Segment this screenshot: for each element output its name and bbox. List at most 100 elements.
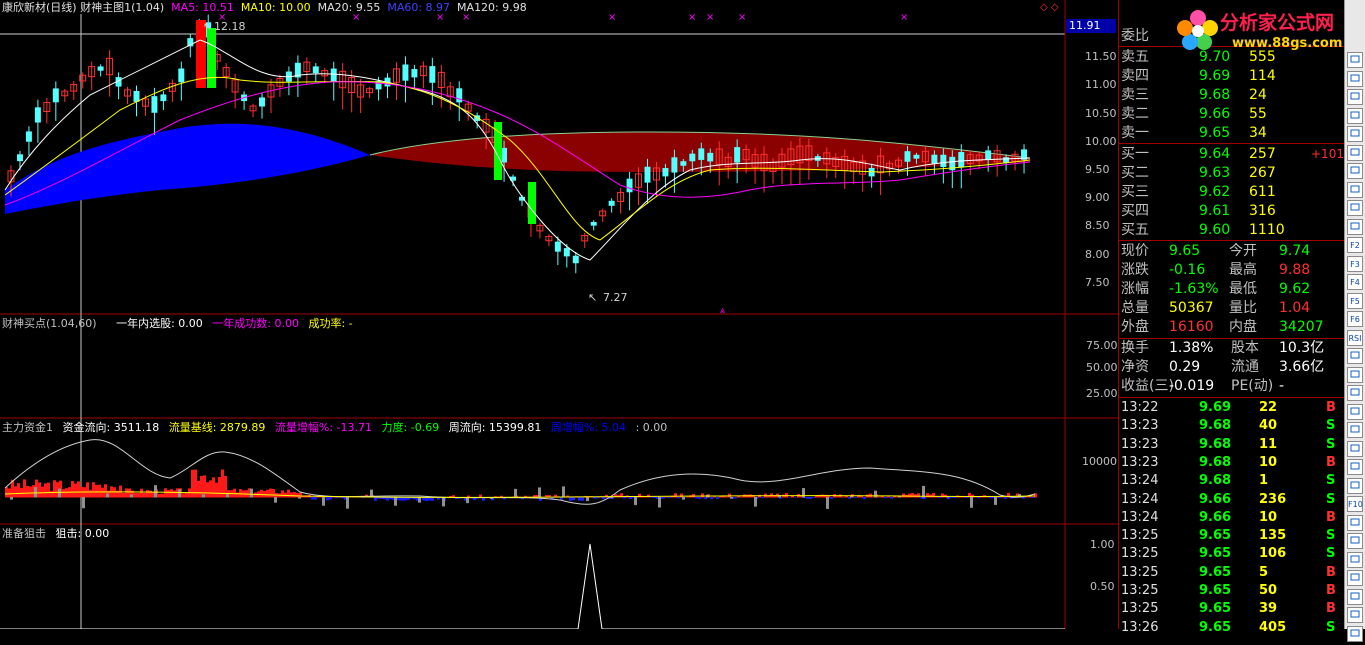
settings-diamond-icon[interactable]: ◇ ◇ (1040, 1, 1059, 15)
flow-bar (686, 496, 689, 498)
flow-bar (842, 496, 845, 498)
toolbar-tool-icon[interactable] (1347, 348, 1363, 364)
candle-body (904, 151, 911, 162)
separator (1119, 240, 1345, 241)
toolbar-tool-icon[interactable] (1347, 70, 1363, 87)
toolbar-rsi-button[interactable]: RSI (1347, 329, 1363, 346)
flow-bar (710, 497, 713, 500)
flow-bar (185, 492, 188, 498)
ind2-f: 周增幅%: 5.04 (550, 421, 627, 434)
tick-price: 9.65 (1199, 546, 1232, 562)
candle-body (644, 166, 651, 183)
toolbar-tool-icon[interactable] (1347, 218, 1363, 235)
toolbar-tool-icon[interactable] (1347, 551, 1363, 568)
tick-row: 13:23 9.68 40 S (1119, 417, 1343, 435)
bid-row[interactable]: 买五 9.60 1110 (1119, 221, 1343, 240)
flow-gray-bar (58, 488, 61, 498)
toolbar-tool-icon[interactable] (1347, 477, 1363, 494)
low-marker: ↖ (588, 291, 597, 304)
toolbar-f5-button[interactable]: F5 (1347, 292, 1363, 309)
flow-bar (854, 497, 857, 498)
tick-volume: 236 (1259, 491, 1287, 507)
toolbar-tool-icon[interactable] (1347, 385, 1363, 401)
tick-row: 13:22 9.69 22 B (1119, 399, 1343, 417)
tick-price: 9.68 (1199, 454, 1232, 470)
toolbar-tool-icon[interactable] (1347, 163, 1363, 179)
flow-gray-bar (178, 489, 181, 498)
toolbar-f6-button[interactable]: F6 (1347, 311, 1363, 327)
flow-bar (830, 497, 833, 499)
bid-row[interactable]: 买一 9.64 257 +101 (1119, 145, 1344, 164)
toolbar-tool-icon[interactable] (1347, 422, 1363, 438)
toolbar-tool-icon[interactable] (1347, 440, 1363, 457)
flow-gray-bar (250, 488, 253, 498)
tick-row: 13:25 9.65 50 B (1119, 582, 1343, 600)
ask-row[interactable]: 卖三 9.68 24 (1119, 86, 1343, 105)
toolbar-tool-icon[interactable] (1347, 126, 1363, 142)
flow-bar (998, 497, 1001, 499)
tick-time: 13:24 (1121, 509, 1159, 525)
flow-bar (725, 496, 728, 498)
candle-body (662, 168, 669, 177)
toolbar-tool-icon[interactable] (1347, 89, 1363, 105)
ind1-tick-25: 25.00 (1086, 387, 1118, 400)
tick-time: 13:23 (1121, 436, 1159, 452)
flow-bar (926, 493, 929, 498)
candle-body (931, 154, 938, 164)
bid-row[interactable]: 买四 9.61 316 (1119, 202, 1343, 221)
candle-body (402, 64, 409, 81)
candle-body (734, 147, 741, 163)
toolbar-tool-icon[interactable] (1347, 181, 1363, 198)
flow-bar (788, 497, 791, 498)
toolbar-tool-icon[interactable] (1347, 570, 1363, 586)
flow-bar (173, 490, 176, 498)
bid-price: 9.64 (1199, 146, 1231, 162)
flow-bar (92, 482, 95, 498)
toolbar-tool-icon[interactable] (1347, 52, 1363, 68)
ask-row[interactable]: 卖一 9.65 34 (1119, 124, 1343, 143)
tick-time: 13:25 (1121, 546, 1159, 562)
flow-bar (29, 486, 32, 498)
tick-side: B (1326, 564, 1336, 580)
ask-row[interactable]: 卖四 9.69 114 (1119, 67, 1343, 86)
tick-volume: 135 (1259, 528, 1287, 544)
flow-bar (146, 490, 149, 498)
toolbar-tool-icon[interactable] (1347, 107, 1363, 124)
flow-bar (206, 482, 209, 498)
flow-bar (161, 493, 164, 498)
toolbar-tool-icon[interactable] (1347, 588, 1363, 605)
tick-side: S (1326, 528, 1336, 544)
flow-gray-bar (298, 497, 301, 499)
bid-row[interactable]: 买三 9.62 611 (1119, 183, 1343, 202)
bid-row[interactable]: 买二 9.63 267 (1119, 164, 1343, 183)
bid-label: 买四 (1121, 203, 1149, 219)
toolbar-tool-icon[interactable] (1347, 533, 1363, 549)
flow-bar (911, 492, 914, 498)
tick-side: B (1326, 601, 1336, 617)
toolbar-f10-button[interactable]: F10 (1347, 496, 1363, 512)
ask-volume: 34 (1249, 125, 1267, 141)
candle-body (34, 107, 41, 123)
candle-body (913, 154, 920, 159)
toolbar-f3-button[interactable]: F3 (1347, 255, 1363, 272)
tick-price: 9.66 (1199, 491, 1232, 507)
toolbar-tool-icon[interactable] (1347, 459, 1363, 475)
toolbar-tool-icon[interactable] (1347, 144, 1363, 161)
toolbar-tool-icon[interactable] (1347, 514, 1363, 531)
stat-value: -0.16 (1169, 262, 1206, 278)
chart-canvas[interactable]: ↖ ↖ ⩓ × × × × × × × × × (0, 0, 1118, 629)
toolbar-tool-icon[interactable] (1347, 403, 1363, 420)
toolbar-tool-icon[interactable] (1347, 625, 1363, 642)
candle-body (151, 96, 158, 113)
flow-gray-bar (34, 487, 37, 498)
toolbar-f2-button[interactable]: F2 (1347, 237, 1363, 253)
toolbar-f4-button[interactable]: F4 (1347, 274, 1363, 290)
candle-body (178, 68, 185, 83)
flow-bar (98, 484, 101, 498)
toolbar-tool-icon[interactable] (1347, 607, 1363, 623)
ask-row[interactable]: 卖二 9.66 55 (1119, 105, 1343, 124)
toolbar-tool-icon[interactable] (1347, 200, 1363, 216)
flow-bar (200, 476, 203, 498)
flow-bar (122, 492, 125, 498)
toolbar-tool-icon[interactable] (1347, 366, 1363, 383)
